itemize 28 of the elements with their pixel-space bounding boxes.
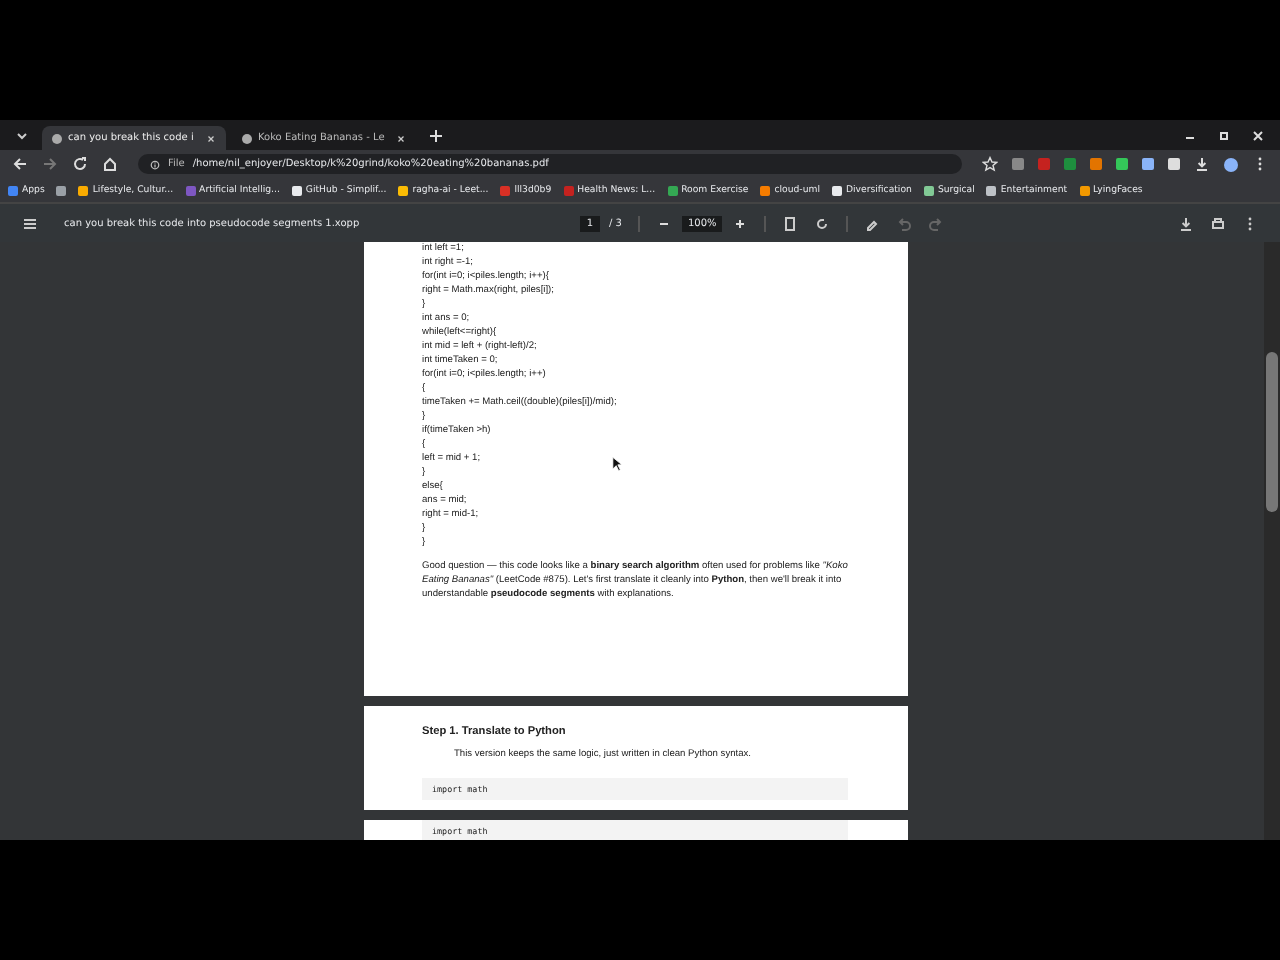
menu-icon[interactable] [22, 215, 38, 231]
reload-icon[interactable] [72, 156, 88, 172]
extension-icon[interactable] [1116, 158, 1128, 170]
print-icon[interactable] [1210, 215, 1226, 231]
back-icon[interactable] [12, 156, 28, 172]
fit-page-icon[interactable] [782, 215, 799, 231]
rotate-icon[interactable] [814, 215, 831, 231]
zoom-in-icon[interactable] [732, 215, 749, 231]
close-icon[interactable] [1250, 127, 1266, 143]
home-icon[interactable] [102, 156, 118, 172]
close-tab-icon[interactable] [396, 133, 406, 143]
tab-search-icon[interactable] [14, 127, 30, 143]
scrollbar[interactable] [1264, 242, 1280, 840]
bookmark[interactable] [56, 185, 67, 195]
maximize-icon[interactable] [1216, 127, 1232, 143]
new-tab-icon[interactable] [428, 127, 444, 143]
extension-icon[interactable] [1090, 158, 1102, 170]
download-icon[interactable] [1178, 215, 1194, 231]
cursor-icon [612, 456, 622, 472]
close-tab-icon[interactable] [206, 133, 216, 143]
profile-avatar[interactable] [1224, 157, 1238, 171]
extension-icon[interactable] [1168, 158, 1180, 170]
download-icon[interactable] [1194, 156, 1210, 172]
forward-icon[interactable] [42, 156, 58, 172]
star-icon[interactable] [982, 156, 998, 172]
annotate-icon[interactable] [864, 215, 881, 231]
extension-icon[interactable] [1142, 158, 1154, 170]
info-icon[interactable] [150, 159, 160, 169]
